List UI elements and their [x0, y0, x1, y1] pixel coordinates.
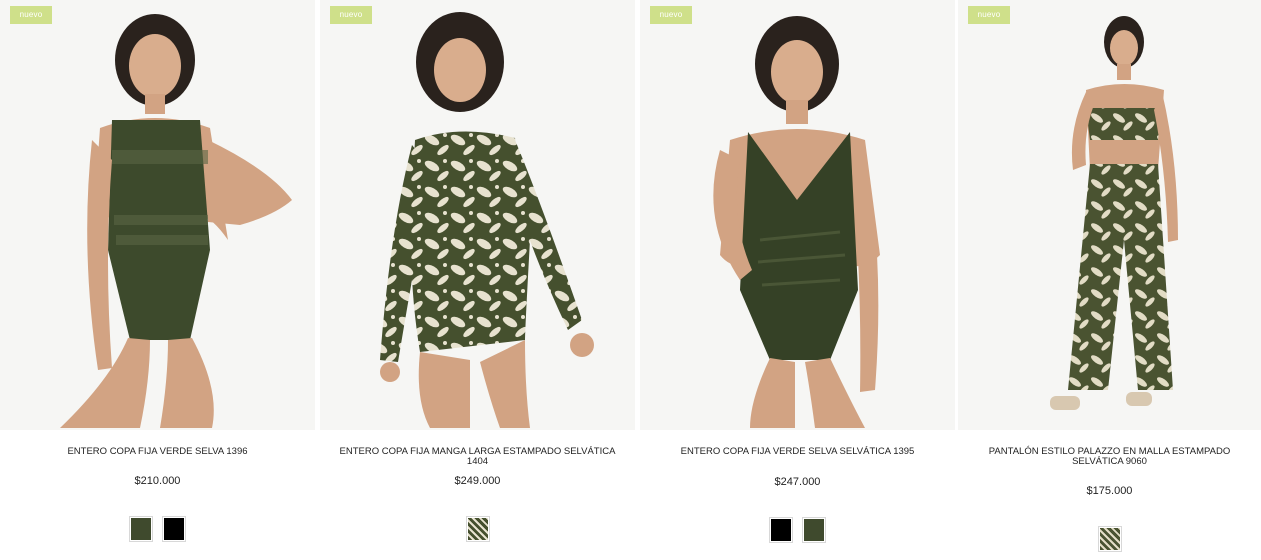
- product-card[interactable]: nuevo ENTERO COPA FIJA VERDE SELVA 1396 …: [0, 0, 315, 560]
- product-card[interactable]: nuevo PANTALÓN ESTILO PALAZZO EN MALLA E…: [958, 0, 1261, 560]
- new-badge: nuevo: [10, 6, 52, 24]
- swatch-print[interactable]: [1097, 526, 1122, 552]
- product-price: $249.000: [454, 475, 501, 487]
- swatch-black[interactable]: [162, 516, 186, 542]
- swatch-olive[interactable]: [129, 516, 153, 542]
- product-card[interactable]: nuevo ENTERO COPA FIJA MANGA LARGA ESTAM…: [320, 0, 635, 560]
- new-badge: nuevo: [968, 6, 1010, 24]
- product-grid: nuevo ENTERO COPA FIJA VERDE SELVA 1396 …: [0, 0, 1261, 560]
- new-badge: nuevo: [650, 6, 692, 24]
- product-name[interactable]: PANTALÓN ESTILO PALAZZO EN MALLA ESTAMPA…: [968, 447, 1251, 467]
- product-image[interactable]: [640, 0, 955, 430]
- product-name[interactable]: ENTERO COPA FIJA VERDE SELVA 1396: [10, 447, 305, 457]
- product-price: $175.000: [1086, 485, 1133, 497]
- product-image[interactable]: [320, 0, 635, 430]
- product-card[interactable]: nuevo ENTERO COPA FIJA VERDE SELVA SELVÁ…: [640, 0, 955, 560]
- swatch-black[interactable]: [769, 517, 793, 543]
- product-name[interactable]: ENTERO COPA FIJA MANGA LARGA ESTAMPADO S…: [330, 447, 625, 467]
- swatch-olive[interactable]: [802, 517, 826, 543]
- product-image[interactable]: [958, 0, 1261, 430]
- product-name[interactable]: ENTERO COPA FIJA VERDE SELVA SELVÁTICA 1…: [650, 447, 945, 457]
- product-price: $247.000: [774, 476, 821, 488]
- product-price: $210.000: [134, 475, 181, 487]
- new-badge: nuevo: [330, 6, 372, 24]
- swatch-print[interactable]: [465, 516, 490, 542]
- product-image[interactable]: [0, 0, 315, 430]
